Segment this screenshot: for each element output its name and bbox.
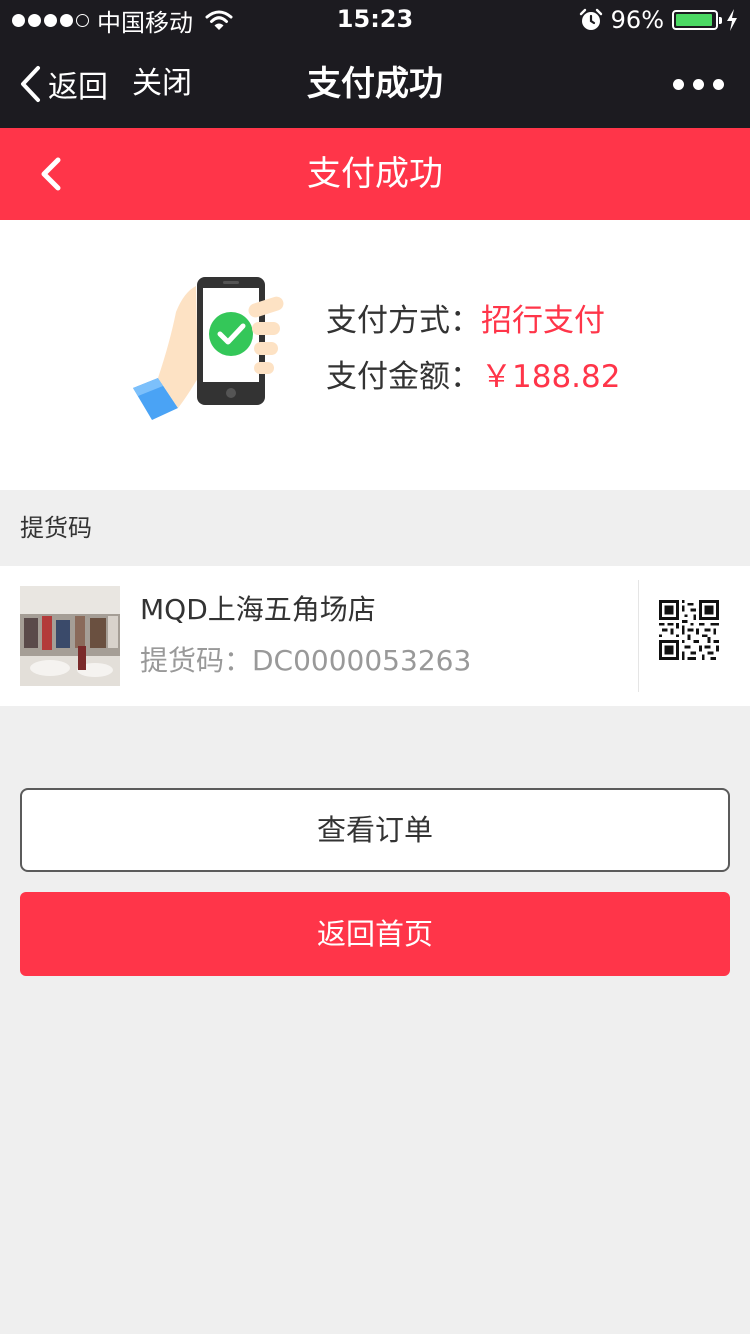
page-title: 支付成功 — [307, 154, 443, 194]
wechat-back-button[interactable]: 返回 — [18, 62, 108, 106]
pickup-row: MQD上海五角场店 提货码：DC0000053263 — [0, 566, 750, 706]
wechat-title: 支付成功 — [307, 64, 443, 104]
payment-success-card: 支付方式：招行支付 支付金额：￥188.82 — [0, 220, 750, 490]
payment-amount-value: ￥188.82 — [481, 359, 621, 395]
payment-amount-label: 支付金额： — [326, 359, 481, 395]
divider — [638, 580, 639, 692]
qr-code-icon[interactable] — [659, 600, 719, 660]
chevron-left-icon — [21, 66, 40, 102]
pickup-section-label: 提货码 — [0, 490, 750, 566]
store-name: MQD上海五角场店 — [140, 593, 376, 626]
payment-method-row: 支付方式：招行支付 — [326, 298, 620, 354]
payment-method-label: 支付方式： — [326, 303, 481, 339]
view-order-button[interactable]: 查看订单 — [20, 788, 730, 872]
battery-icon — [672, 10, 722, 30]
payment-method-value: 招行支付 — [481, 303, 605, 339]
alarm-icon — [579, 8, 602, 30]
wechat-nav-bar: 返回 关闭 支付成功 — [0, 40, 750, 128]
store-photo — [20, 586, 120, 686]
wechat-close-button[interactable]: 关闭 — [132, 62, 192, 106]
charging-bolt-icon — [727, 9, 737, 31]
page: 中国移动 15:23 96% 返回 关闭 支付成功 支付成功 支付方式：招行支付… — [0, 0, 750, 1334]
more-dots-icon[interactable] — [673, 70, 724, 98]
app-header: 支付成功 — [0, 128, 750, 220]
payment-amount-row: 支付金额：￥188.82 — [326, 354, 620, 410]
back-home-button[interactable]: 返回首页 — [20, 892, 730, 976]
payment-info: 支付方式：招行支付 支付金额：￥188.82 — [326, 298, 620, 410]
status-right: 96% — [579, 6, 738, 34]
battery-percent: 96% — [610, 6, 664, 34]
phone-check-illustration — [133, 277, 284, 420]
pickup-code: 提货码：DC0000053263 — [140, 644, 472, 677]
wechat-back-label: 返回 — [48, 70, 108, 105]
battery-fill — [676, 14, 713, 26]
status-bar: 中国移动 15:23 96% — [0, 0, 750, 40]
